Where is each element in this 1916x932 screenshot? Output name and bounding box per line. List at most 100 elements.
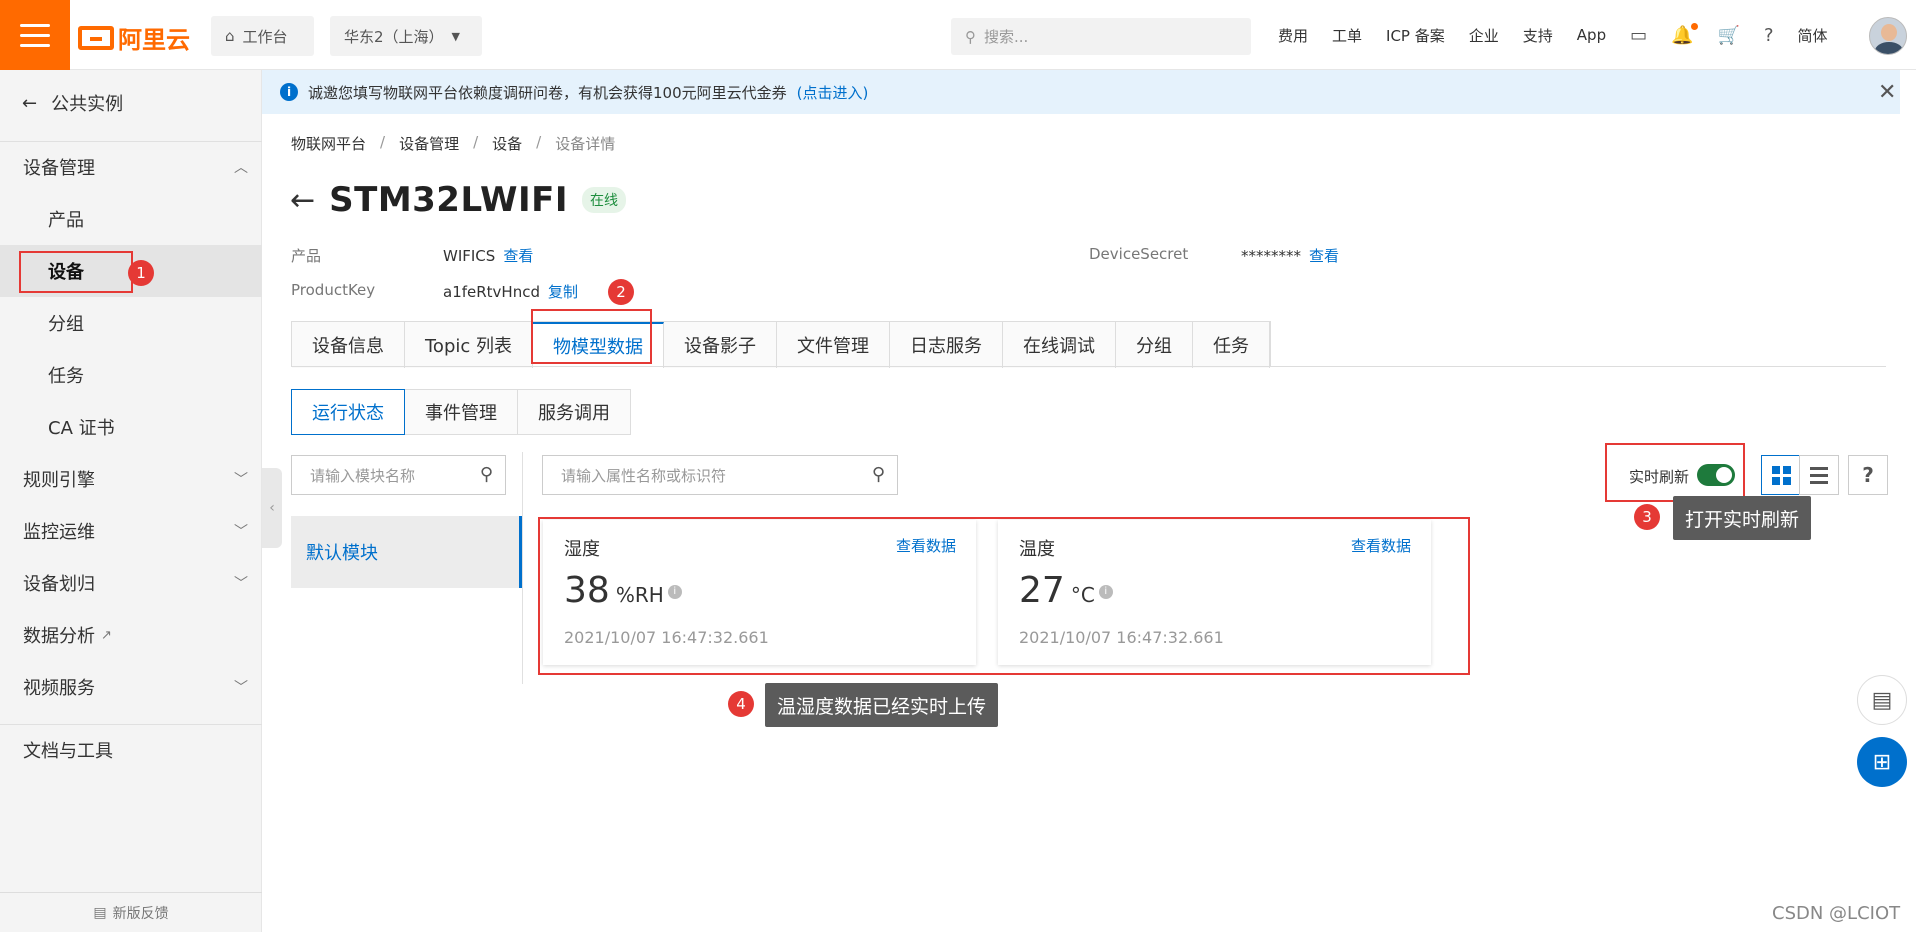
tab-tasks[interactable]: 任务 [1193,322,1270,368]
annotation-box-4 [538,517,1470,675]
breadcrumb-item[interactable]: 设备 [492,133,522,154]
sub-tabs: 运行状态 事件管理 服务调用 [291,389,631,435]
chevron-down-icon: ﹀ [234,472,248,488]
module-active-indicator [519,516,522,588]
breadcrumb-separator: / [536,133,542,151]
search-icon: ⚲ [965,27,976,46]
nav-link-tickets[interactable]: 工单 [1332,25,1362,46]
sidebar-item-groups[interactable]: 分组 [0,297,262,349]
chevron-up-icon: ︿ [234,160,248,176]
chevron-left-icon: ‹ [269,500,275,516]
terminal-icon[interactable]: ▭ [1630,25,1647,46]
list-view-button[interactable] [1799,455,1839,495]
watermark: CSDN @LCIOT [1772,903,1901,924]
sidebar-back-link[interactable]: ← 公共实例 [22,90,123,116]
meta-value: WIFICS [443,247,496,265]
nav-link-icp[interactable]: ICP 备案 [1386,25,1445,46]
page-header: ← STM32LWIFI 在线 [290,180,627,220]
meta-value: ******** [1241,247,1301,265]
search-input[interactable]: ⚲ 搜索... [951,18,1251,55]
breadcrumb-item[interactable]: 设备管理 [399,133,459,154]
input-placeholder: 请输入模块名称 [310,466,416,485]
help-circle-icon[interactable]: ? [1764,25,1774,46]
nav-link-support[interactable]: 支持 [1523,25,1553,46]
workbench-button[interactable]: ⌂ 工作台 [211,16,314,56]
sidebar-item-tasks[interactable]: 任务 [0,349,262,401]
attribute-search-input[interactable]: 请输入属性名称或标识符 ⚲ [542,455,898,495]
sidebar-item-video[interactable]: 视频服务 ﹀ [0,661,262,713]
meta-devicesecret-value: ******** 查看 [1241,245,1339,266]
meta-product-value: WIFICS 查看 [443,245,533,266]
tab-event-mgmt[interactable]: 事件管理 [404,389,518,435]
chat-float-button[interactable]: ▤ [1857,675,1907,725]
meta-label: 产品 [291,247,322,265]
tab-groups[interactable]: 分组 [1116,322,1193,368]
tab-device-info[interactable]: 设备信息 [292,322,405,368]
tab-file-mgmt[interactable]: 文件管理 [777,322,890,368]
sidebar-item-label: CA 证书 [48,418,115,439]
region-label: 华东2（上海） [344,27,444,46]
annotation-number-3: 3 [1634,504,1660,530]
grid-view-button[interactable] [1761,455,1801,495]
nav-link-app[interactable]: App [1577,26,1606,44]
language-switch[interactable]: 简体 [1798,25,1828,46]
meta-product: 产品 [291,245,321,266]
hamburger-menu-icon[interactable] [0,0,70,70]
feedback-button[interactable]: ▤ 新版反馈 [0,892,262,932]
module-search-input[interactable]: 请输入模块名称 ⚲ [291,455,506,495]
arrow-left-icon: ← [22,92,38,114]
tab-online-debug[interactable]: 在线调试 [1003,322,1116,368]
tab-service-call[interactable]: 服务调用 [517,389,631,435]
sidebar-item-docs[interactable]: 文档与工具 [0,724,262,776]
meta-productkey: ProductKey [291,281,375,299]
notification-dot [1690,22,1698,30]
help-button[interactable]: ? [1848,455,1888,495]
close-icon[interactable]: ✕ [1878,80,1896,105]
copy-productkey-link[interactable]: 复制 [548,283,578,301]
aliyun-logo[interactable]: 阿里云 [78,20,190,55]
grid-icon [1771,465,1791,485]
region-selector[interactable]: 华东2（上海） ▼ [330,16,482,56]
divider [522,452,523,684]
nav-link-fees[interactable]: 费用 [1278,25,1308,46]
sidebar-item-label: 监控运维 [23,522,95,543]
view-product-link[interactable]: 查看 [503,247,533,265]
question-icon: ? [1862,463,1874,487]
breadcrumb-item[interactable]: 物联网平台 [291,133,366,154]
brand-name: 阿里云 [118,26,190,54]
search-icon: ⚲ [871,464,885,485]
breadcrumb-separator: / [473,133,479,151]
annotation-box-1 [19,251,133,293]
cart-icon[interactable]: 🛒 [1718,25,1740,46]
arrow-left-icon[interactable]: ← [290,183,315,218]
tab-run-status[interactable]: 运行状态 [291,389,405,435]
sidebar-item-monitoring[interactable]: 监控运维 ﹀ [0,505,262,557]
sidebar-item-device-assign[interactable]: 设备划归 ﹀ [0,557,262,609]
view-secret-link[interactable]: 查看 [1309,247,1339,265]
nav-link-enterprise[interactable]: 企业 [1469,25,1499,46]
sidebar-item-data-analysis[interactable]: 数据分析 ↗ [0,609,262,661]
sidebar-group-device-mgmt[interactable]: 设备管理 ︿ [0,141,262,193]
module-item-default[interactable]: 默认模块 [291,516,521,588]
info-icon: i [280,83,298,101]
input-placeholder: 请输入属性名称或标识符 [561,466,727,485]
apps-float-button[interactable]: ⊞ [1857,737,1907,787]
tab-topic-list[interactable]: Topic 列表 [405,322,533,368]
sidebar-item-rule-engine[interactable]: 规则引擎 ﹀ [0,453,262,505]
tab-device-shadow[interactable]: 设备影子 [664,322,777,368]
sidebar-collapse-handle[interactable]: ‹ [262,468,282,548]
page-title: STM32LWIFI [329,180,569,220]
device-tabs: 设备信息 Topic 列表 物模型数据 设备影子 文件管理 日志服务 在线调试 … [291,321,1271,368]
user-avatar[interactable] [1869,17,1907,55]
sidebar-group-label: 设备管理 [23,158,95,179]
tab-log-service[interactable]: 日志服务 [890,322,1003,368]
breadcrumb-current: 设备详情 [555,135,616,153]
sidebar-item-products[interactable]: 产品 [0,193,262,245]
bell-icon[interactable]: 🔔 [1671,22,1698,46]
breadcrumb-separator: / [380,133,386,151]
chevron-down-icon: ﹀ [234,680,248,696]
sidebar-item-ca-cert[interactable]: CA 证书 [0,401,262,453]
aliyun-logo-mark-icon [78,25,114,50]
annotation-box-3 [1605,443,1745,502]
notice-link[interactable]: (点击进入) [797,82,869,103]
